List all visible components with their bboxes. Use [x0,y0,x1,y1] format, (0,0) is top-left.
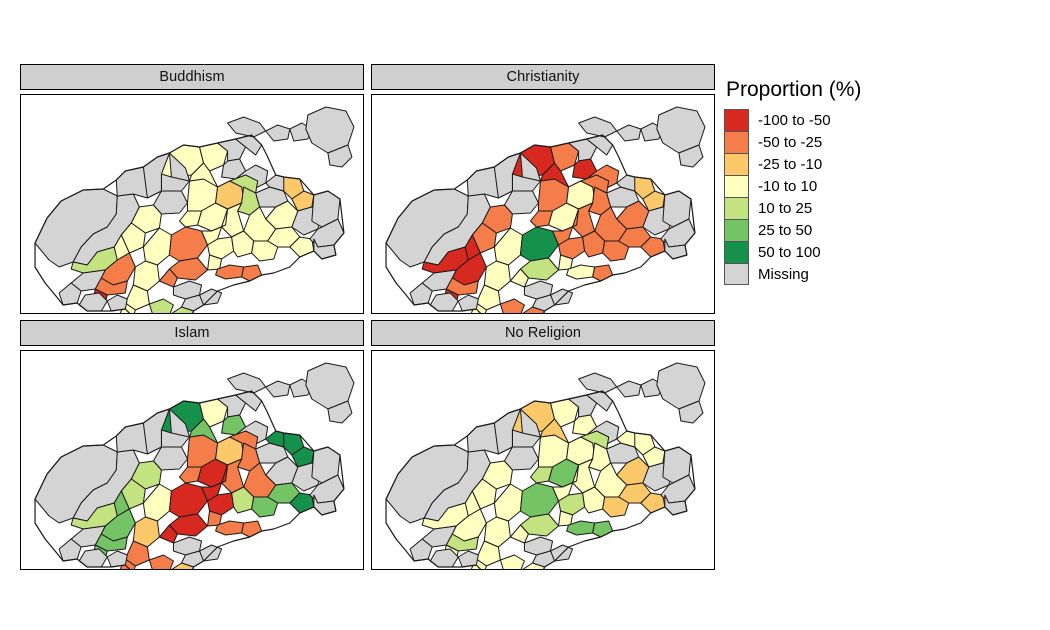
legend-label: -25 to -10 [758,155,823,173]
legend-label: 50 to 100 [758,243,821,261]
legend-row: -25 to -10 [724,153,1024,175]
facet-buddhism: Buddhism [20,64,364,314]
facet-title-islam: Islam [174,325,210,341]
legend-label: Missing [758,265,809,283]
facet-strip-islam: Islam [20,320,364,346]
singapore-map-islam [34,362,355,569]
faceted-choropleth-figure: Buddhism Christianity Islam No Religion … [0,0,1050,630]
legend-label: 25 to 50 [758,221,813,239]
singapore-map-no-religion [385,362,706,569]
legend-label: -10 to 10 [758,177,818,195]
legend-row: -50 to -25 [724,131,1024,153]
singapore-map-christianity [385,106,706,313]
legend: Proportion (%) -100 to -50 -50 to -25 -25 … [724,78,1024,285]
facet-no-religion: No Religion [371,320,715,570]
legend-swatch [724,241,749,263]
singapore-map-buddhism [34,106,355,313]
legend-row: 50 to 100 [724,241,1024,263]
legend-swatch [724,175,749,197]
facet-christianity: Christianity [371,64,715,314]
legend-swatch [724,263,749,285]
facet-title-buddhism: Buddhism [159,69,225,85]
map-panel-no-religion [371,350,715,570]
map-panel-christianity [371,94,715,314]
facet-strip-christianity: Christianity [371,64,715,90]
legend-swatch [724,131,749,153]
legend-swatch [724,109,749,131]
facet-strip-buddhism: Buddhism [20,64,364,90]
legend-swatch [724,219,749,241]
legend-row: -10 to 10 [724,175,1024,197]
facet-title-christianity: Christianity [506,69,580,85]
legend-row: 25 to 50 [724,219,1024,241]
facet-islam: Islam [20,320,364,570]
legend-label: 10 to 25 [758,199,813,217]
legend-swatch [724,197,749,219]
facet-title-no-religion: No Religion [504,325,582,341]
legend-swatch [724,153,749,175]
map-panel-buddhism [20,94,364,314]
legend-label: -100 to -50 [758,111,831,129]
legend-title: Proportion (%) [726,78,862,101]
facet-strip-no-religion: No Religion [371,320,715,346]
legend-label: -50 to -25 [758,133,823,151]
legend-items: -100 to -50 -50 to -25 -25 to -10 -10 to 10… [724,109,1024,285]
legend-row: 10 to 25 [724,197,1024,219]
legend-row: Missing [724,263,1024,285]
legend-row: -100 to -50 [724,109,1024,131]
map-panel-islam [20,350,364,570]
